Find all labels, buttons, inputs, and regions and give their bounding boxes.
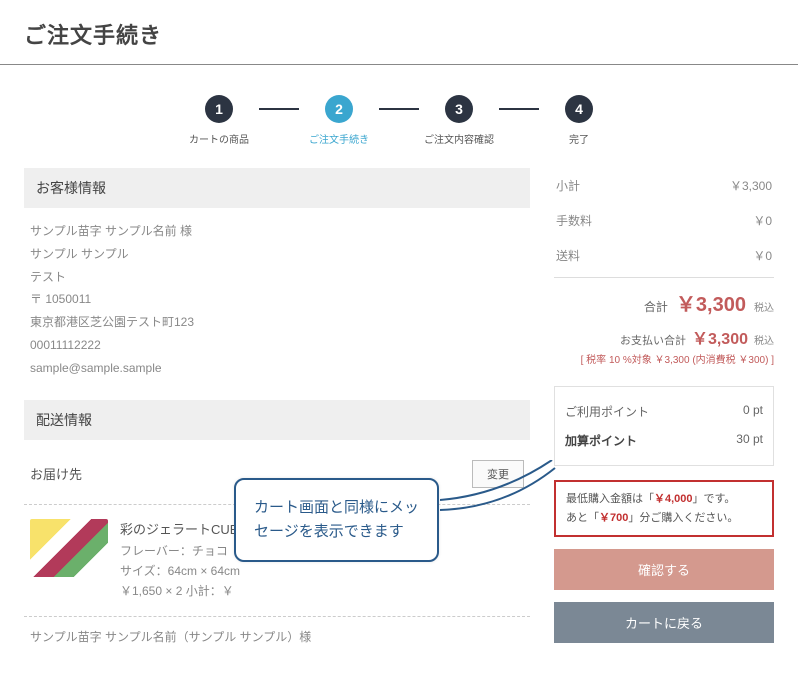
customer-line: サンプル サンプル [30, 243, 524, 266]
shipping-dest-label: お届け先 [30, 464, 82, 483]
step-4: 4 完了 [539, 95, 619, 146]
summary-tax-incl: 税込 [754, 332, 774, 347]
summary-value: ￥0 [753, 247, 772, 264]
summary-ship-row: 送料 ￥0 [554, 238, 774, 273]
step-indicator: 1 カートの商品 2 ご注文手続き 3 ご注文内容確認 4 完了 [0, 65, 798, 168]
page-title: ご注文手続き [0, 0, 798, 65]
points-add-row: 加算ポイント 30 pt [565, 426, 763, 455]
summary-total-value: ￥3,300 [676, 288, 746, 317]
annotation-callout: カート画面と同様にメッ セージを表示できます [234, 478, 439, 562]
min-purchase-warning: 最低購入金額は「￥4,000」です。 あと「￥700」分ご購入ください。 [554, 480, 774, 537]
step-label: ご注文内容確認 [424, 131, 494, 146]
points-label: ご利用ポイント [565, 403, 649, 420]
step-circle: 1 [205, 95, 233, 123]
callout-line: セージを表示できます [254, 520, 419, 544]
summary-label: 送料 [556, 247, 580, 264]
warn-text: あと「 [566, 512, 599, 524]
shipping-info-header: 配送情報 [24, 400, 530, 440]
change-address-button[interactable]: 変更 [472, 460, 524, 488]
step-label: カートの商品 [189, 131, 249, 146]
customer-info-header: お客様情報 [24, 168, 530, 208]
step-connector [499, 108, 539, 110]
summary-pay-row: お支払い合計 ￥3,300 税込 [554, 319, 774, 351]
product-size: サイズ：64cm × 64cm [120, 561, 247, 581]
points-label: 加算ポイント [565, 432, 637, 449]
confirm-button[interactable]: 確認する [554, 549, 774, 590]
ship-line: サンプル苗字 サンプル名前（サンプル サンプル）様 [30, 627, 524, 649]
points-value: 30 pt [736, 432, 763, 449]
summary-pay-label: お支払い合計 [620, 332, 686, 348]
product-price-line: ￥1,650 × 2 小計：￥ [120, 581, 247, 601]
summary-tax-incl: 税込 [754, 299, 774, 314]
warn-text: 最低購入金額は「 [566, 493, 654, 505]
summary-value: ￥3,300 [730, 177, 772, 194]
step-2: 2 ご注文手続き [299, 95, 379, 146]
summary-pay-value: ￥3,300 [692, 325, 748, 349]
customer-info-block: サンプル苗字 サンプル名前 様 サンプル サンプル テスト 〒 1050011 … [24, 220, 530, 400]
step-label: ご注文手続き [309, 131, 369, 146]
summary-tax-note: [ 税率 10 %対象 ￥3,300 (内消費税 ￥300) ] [554, 351, 774, 376]
product-thumbnail [30, 519, 108, 577]
customer-line: テスト [30, 266, 524, 289]
step-connector [259, 108, 299, 110]
points-value: 0 pt [743, 403, 763, 420]
shipping-dest-details: サンプル苗字 サンプル名前（サンプル サンプル）様 [24, 617, 530, 659]
step-label: 完了 [569, 131, 589, 146]
step-circle: 3 [445, 95, 473, 123]
customer-line: サンプル苗字 サンプル名前 様 [30, 220, 524, 243]
step-circle: 2 [325, 95, 353, 123]
warn-amount: ￥700 [599, 512, 628, 524]
customer-line: 00011112222 [30, 334, 524, 357]
step-1: 1 カートの商品 [179, 95, 259, 146]
step-connector [379, 108, 419, 110]
points-block: ご利用ポイント 0 pt 加算ポイント 30 pt [554, 386, 774, 466]
summary-total-label: 合計 [644, 298, 668, 315]
warn-text: 」です。 [693, 493, 736, 505]
warn-amount: ￥4,000 [654, 493, 693, 505]
summary-label: 手数料 [556, 212, 592, 229]
summary-label: 小計 [556, 177, 580, 194]
customer-line: sample@sample.sample [30, 357, 524, 380]
warn-text: 」分ご購入ください。 [628, 512, 738, 524]
summary-total-row: 合計 ￥3,300 税込 [554, 277, 774, 319]
summary-value: ￥0 [753, 212, 772, 229]
customer-line: 〒 1050011 [30, 288, 524, 311]
back-to-cart-button[interactable]: カートに戻る [554, 602, 774, 643]
summary-fee-row: 手数料 ￥0 [554, 203, 774, 238]
points-use-row: ご利用ポイント 0 pt [565, 397, 763, 426]
step-3: 3 ご注文内容確認 [419, 95, 499, 146]
product-name: 彩のジェラートCUBE [120, 519, 247, 541]
callout-line: カート画面と同様にメッ [254, 496, 419, 520]
product-flavor: フレーバー：チョコ [120, 541, 247, 561]
summary-subtotal-row: 小計 ￥3,300 [554, 168, 774, 203]
step-circle: 4 [565, 95, 593, 123]
customer-line: 東京都港区芝公園テスト町123 [30, 311, 524, 334]
